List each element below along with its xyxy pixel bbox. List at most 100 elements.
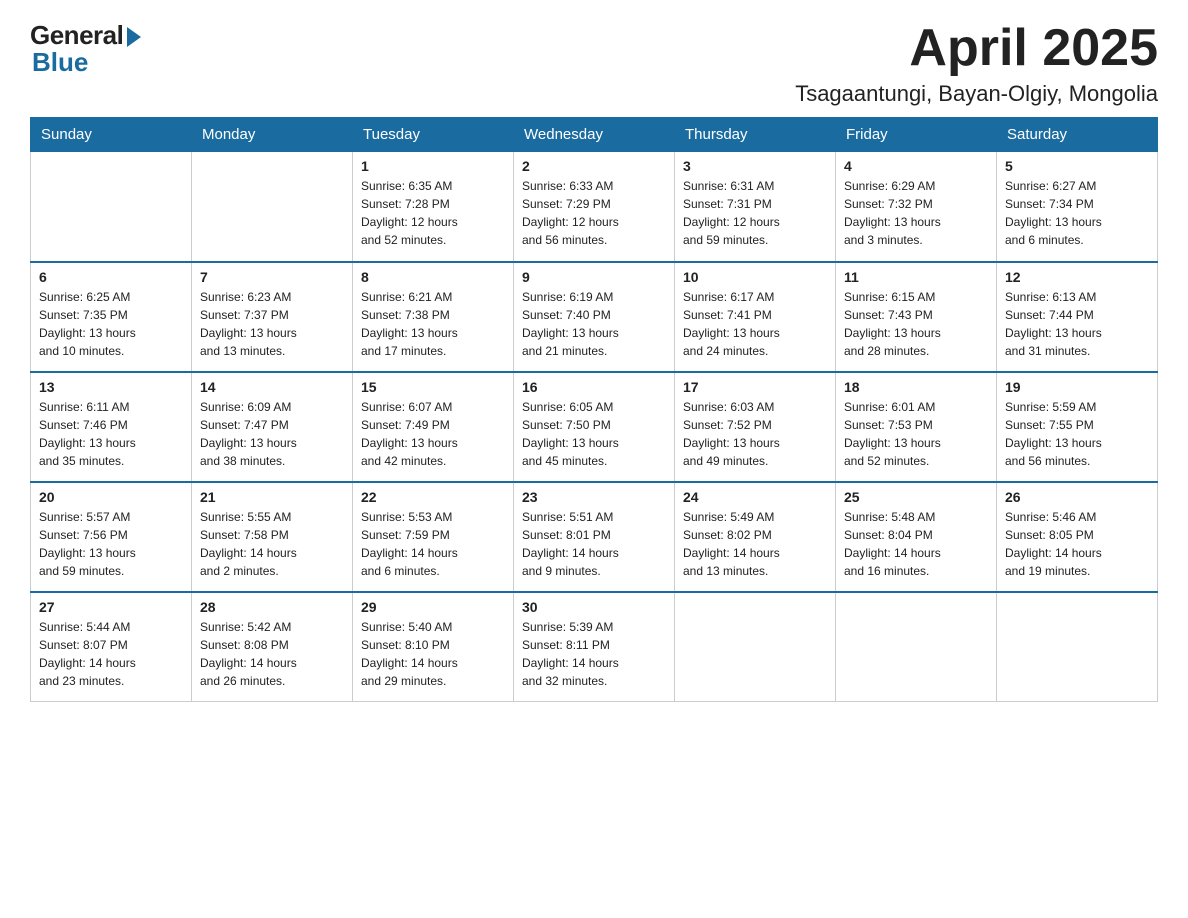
- week-row-3: 13 Sunrise: 6:11 AMSunset: 7:46 PMDayligh…: [31, 372, 1158, 482]
- calendar-cell: 8 Sunrise: 6:21 AMSunset: 7:38 PMDaylight…: [353, 262, 514, 372]
- day-info: Sunrise: 6:09 AMSunset: 7:47 PMDaylight:…: [200, 398, 344, 470]
- calendar-cell: 7 Sunrise: 6:23 AMSunset: 7:37 PMDaylight…: [192, 262, 353, 372]
- calendar-cell: 24Sunrise: 5:49 AMSunset: 8:02 PMDayligh…: [675, 482, 836, 592]
- day-number: 18: [844, 379, 988, 395]
- day-info: Sunrise: 6:31 AMSunset: 7:31 PMDaylight:…: [683, 177, 827, 249]
- day-info: Sunrise: 5:40 AMSunset: 8:10 PMDaylight:…: [361, 618, 505, 690]
- day-info: Sunrise: 6:21 AMSunset: 7:38 PMDaylight:…: [361, 288, 505, 360]
- day-number: 27: [39, 599, 183, 615]
- day-info: Sunrise: 6:19 AMSunset: 7:40 PMDaylight:…: [522, 288, 666, 360]
- calendar-cell: 4Sunrise: 6:29 AMSunset: 7:32 PMDaylight…: [836, 152, 997, 262]
- day-info: Sunrise: 6:27 AMSunset: 7:34 PMDaylight:…: [1005, 177, 1149, 249]
- day-info: Sunrise: 5:53 AMSunset: 7:59 PMDaylight:…: [361, 508, 505, 580]
- calendar-cell: 29 Sunrise: 5:40 AMSunset: 8:10 PMDayligh…: [353, 592, 514, 702]
- calendar-cell: 11 Sunrise: 6:15 AMSunset: 7:43 PMDayligh…: [836, 262, 997, 372]
- logo-arrow-icon: [127, 27, 141, 47]
- calendar-cell: 25 Sunrise: 5:48 AMSunset: 8:04 PMDayligh…: [836, 482, 997, 592]
- weekday-header-friday: Friday: [836, 118, 997, 152]
- calendar-cell: [192, 152, 353, 262]
- calendar-cell: 2Sunrise: 6:33 AMSunset: 7:29 PMDaylight…: [514, 152, 675, 262]
- day-number: 16: [522, 379, 666, 395]
- day-number: 22: [361, 489, 505, 505]
- calendar-cell: 10 Sunrise: 6:17 AMSunset: 7:41 PMDayligh…: [675, 262, 836, 372]
- day-number: 2: [522, 158, 666, 174]
- calendar-cell: 1 Sunrise: 6:35 AMSunset: 7:28 PMDaylight…: [353, 152, 514, 262]
- calendar-cell: 18 Sunrise: 6:01 AMSunset: 7:53 PMDayligh…: [836, 372, 997, 482]
- day-number: 12: [1005, 269, 1149, 285]
- weekday-header-monday: Monday: [192, 118, 353, 152]
- day-info: Sunrise: 5:51 AMSunset: 8:01 PMDaylight:…: [522, 508, 666, 580]
- weekday-header-sunday: Sunday: [31, 118, 192, 152]
- calendar-cell: 30 Sunrise: 5:39 AMSunset: 8:11 PMDayligh…: [514, 592, 675, 702]
- calendar-cell: [31, 152, 192, 262]
- weekday-header-wednesday: Wednesday: [514, 118, 675, 152]
- calendar-cell: 20Sunrise: 5:57 AMSunset: 7:56 PMDayligh…: [31, 482, 192, 592]
- day-number: 13: [39, 379, 183, 395]
- day-number: 4: [844, 158, 988, 174]
- day-number: 23: [522, 489, 666, 505]
- calendar-cell: 3 Sunrise: 6:31 AMSunset: 7:31 PMDaylight…: [675, 152, 836, 262]
- day-info: Sunrise: 5:46 AMSunset: 8:05 PMDaylight:…: [1005, 508, 1149, 580]
- calendar-cell: 28 Sunrise: 5:42 AMSunset: 8:08 PMDayligh…: [192, 592, 353, 702]
- day-info: Sunrise: 6:17 AMSunset: 7:41 PMDaylight:…: [683, 288, 827, 360]
- weekday-header-saturday: Saturday: [997, 118, 1158, 152]
- day-number: 1: [361, 158, 505, 174]
- day-number: 14: [200, 379, 344, 395]
- day-info: Sunrise: 6:23 AMSunset: 7:37 PMDaylight:…: [200, 288, 344, 360]
- day-number: 11: [844, 269, 988, 285]
- weekday-header-thursday: Thursday: [675, 118, 836, 152]
- calendar-cell: 16 Sunrise: 6:05 AMSunset: 7:50 PMDayligh…: [514, 372, 675, 482]
- calendar-cell: [675, 592, 836, 702]
- calendar-cell: 6Sunrise: 6:25 AMSunset: 7:35 PMDaylight…: [31, 262, 192, 372]
- day-number: 7: [200, 269, 344, 285]
- calendar-cell: [997, 592, 1158, 702]
- calendar-cell: 19Sunrise: 5:59 AMSunset: 7:55 PMDayligh…: [997, 372, 1158, 482]
- calendar-cell: 22 Sunrise: 5:53 AMSunset: 7:59 PMDayligh…: [353, 482, 514, 592]
- calendar-cell: 15 Sunrise: 6:07 AMSunset: 7:49 PMDayligh…: [353, 372, 514, 482]
- calendar-cell: 5 Sunrise: 6:27 AMSunset: 7:34 PMDaylight…: [997, 152, 1158, 262]
- day-number: 8: [361, 269, 505, 285]
- day-info: Sunrise: 6:35 AMSunset: 7:28 PMDaylight:…: [361, 177, 505, 249]
- day-info: Sunrise: 5:44 AMSunset: 8:07 PMDaylight:…: [39, 618, 183, 690]
- calendar-location: Tsagaantungi, Bayan-Olgiy, Mongolia: [795, 81, 1158, 107]
- day-info: Sunrise: 6:13 AMSunset: 7:44 PMDaylight:…: [1005, 288, 1149, 360]
- day-number: 26: [1005, 489, 1149, 505]
- day-info: Sunrise: 6:15 AMSunset: 7:43 PMDaylight:…: [844, 288, 988, 360]
- page-header: General Blue April 2025 Tsagaantungi, Ba…: [30, 20, 1158, 107]
- day-info: Sunrise: 5:55 AMSunset: 7:58 PMDaylight:…: [200, 508, 344, 580]
- day-number: 28: [200, 599, 344, 615]
- day-info: Sunrise: 6:11 AMSunset: 7:46 PMDaylight:…: [39, 398, 183, 470]
- day-number: 21: [200, 489, 344, 505]
- calendar-cell: 27 Sunrise: 5:44 AMSunset: 8:07 PMDayligh…: [31, 592, 192, 702]
- day-number: 15: [361, 379, 505, 395]
- calendar-cell: [836, 592, 997, 702]
- calendar-cell: 23 Sunrise: 5:51 AMSunset: 8:01 PMDayligh…: [514, 482, 675, 592]
- week-row-5: 27 Sunrise: 5:44 AMSunset: 8:07 PMDayligh…: [31, 592, 1158, 702]
- day-number: 29: [361, 599, 505, 615]
- day-info: Sunrise: 5:48 AMSunset: 8:04 PMDaylight:…: [844, 508, 988, 580]
- calendar-cell: 14 Sunrise: 6:09 AMSunset: 7:47 PMDayligh…: [192, 372, 353, 482]
- calendar-cell: 9Sunrise: 6:19 AMSunset: 7:40 PMDaylight…: [514, 262, 675, 372]
- day-info: Sunrise: 6:05 AMSunset: 7:50 PMDaylight:…: [522, 398, 666, 470]
- week-row-1: 1 Sunrise: 6:35 AMSunset: 7:28 PMDaylight…: [31, 152, 1158, 262]
- day-info: Sunrise: 6:01 AMSunset: 7:53 PMDaylight:…: [844, 398, 988, 470]
- day-number: 10: [683, 269, 827, 285]
- day-number: 5: [1005, 158, 1149, 174]
- day-number: 17: [683, 379, 827, 395]
- calendar-cell: 21 Sunrise: 5:55 AMSunset: 7:58 PMDayligh…: [192, 482, 353, 592]
- day-info: Sunrise: 5:39 AMSunset: 8:11 PMDaylight:…: [522, 618, 666, 690]
- day-info: Sunrise: 5:42 AMSunset: 8:08 PMDaylight:…: [200, 618, 344, 690]
- weekday-header-row: SundayMondayTuesdayWednesdayThursdayFrid…: [31, 118, 1158, 152]
- day-number: 30: [522, 599, 666, 615]
- logo-blue-text: Blue: [32, 47, 88, 78]
- day-number: 25: [844, 489, 988, 505]
- day-info: Sunrise: 6:07 AMSunset: 7:49 PMDaylight:…: [361, 398, 505, 470]
- calendar-cell: 12 Sunrise: 6:13 AMSunset: 7:44 PMDayligh…: [997, 262, 1158, 372]
- week-row-2: 6Sunrise: 6:25 AMSunset: 7:35 PMDaylight…: [31, 262, 1158, 372]
- day-number: 6: [39, 269, 183, 285]
- day-info: Sunrise: 5:59 AMSunset: 7:55 PMDaylight:…: [1005, 398, 1149, 470]
- title-block: April 2025 Tsagaantungi, Bayan-Olgiy, Mo…: [795, 20, 1158, 107]
- day-number: 3: [683, 158, 827, 174]
- calendar-title: April 2025: [795, 20, 1158, 77]
- weekday-header-tuesday: Tuesday: [353, 118, 514, 152]
